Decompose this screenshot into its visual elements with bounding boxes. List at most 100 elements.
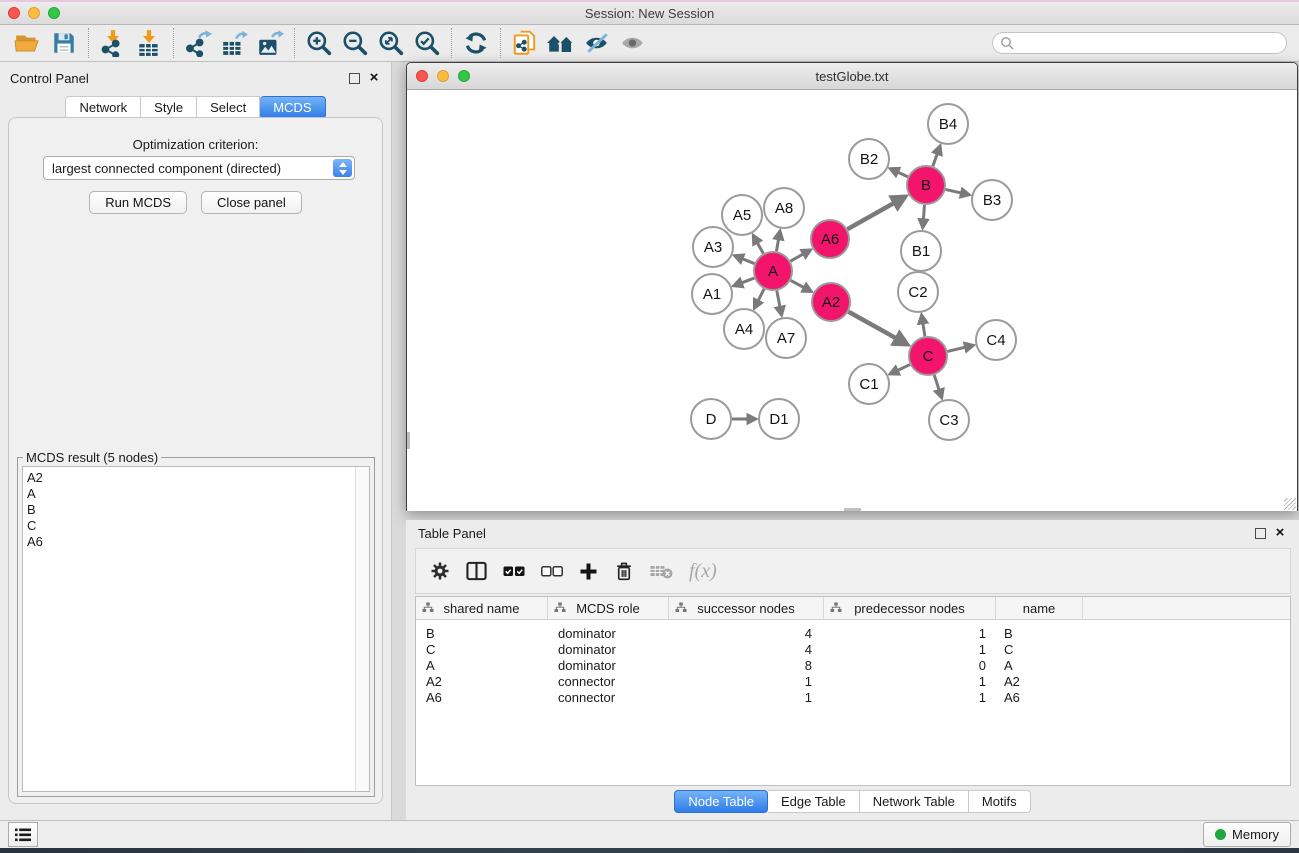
mcds-result-item[interactable]: A bbox=[23, 486, 369, 502]
node-B4[interactable]: B4 bbox=[928, 104, 968, 144]
edge-A-A2[interactable] bbox=[791, 280, 811, 291]
close-panel-button[interactable]: × bbox=[367, 71, 381, 85]
tab-mcds[interactable]: MCDS bbox=[260, 96, 325, 119]
mcds-result-item[interactable]: B bbox=[23, 502, 369, 518]
table-row[interactable]: Cdominator41C bbox=[416, 641, 1290, 657]
node-B2[interactable]: B2 bbox=[849, 139, 889, 179]
result-scrollbar[interactable] bbox=[355, 467, 369, 791]
table-settings-button[interactable] bbox=[430, 561, 450, 581]
edge-A-A8[interactable] bbox=[776, 232, 779, 252]
edge-C-C1[interactable] bbox=[891, 365, 910, 374]
node-A[interactable]: A bbox=[754, 252, 792, 290]
tab-node-table[interactable]: Node Table bbox=[674, 790, 768, 813]
edge-C-C3[interactable] bbox=[934, 375, 941, 397]
import-table-button[interactable] bbox=[131, 27, 167, 59]
node-C2[interactable]: C2 bbox=[898, 272, 938, 312]
show-column-panel-button[interactable] bbox=[466, 561, 487, 581]
tab-motifs[interactable]: Motifs bbox=[969, 790, 1031, 813]
table-row[interactable]: Bdominator41B bbox=[416, 625, 1290, 641]
vertical-scrollbar[interactable] bbox=[407, 432, 410, 449]
function-builder-button[interactable]: f(x) bbox=[689, 560, 717, 583]
column-header-predecessor-nodes[interactable]: predecessor nodes bbox=[824, 597, 996, 619]
node-A4[interactable]: A4 bbox=[724, 309, 764, 349]
edge-B-B3[interactable] bbox=[946, 189, 969, 194]
tab-edge-table[interactable]: Edge Table bbox=[768, 790, 860, 813]
duplicate-documents-button[interactable] bbox=[507, 27, 543, 59]
node-A1[interactable]: A1 bbox=[692, 274, 732, 314]
mcds-result-item[interactable]: A6 bbox=[23, 534, 369, 550]
edge-A-A1[interactable] bbox=[734, 278, 754, 286]
hide-button[interactable] bbox=[579, 27, 615, 59]
table-row[interactable]: A6connector11A6 bbox=[416, 689, 1290, 705]
mcds-result-item[interactable]: C bbox=[23, 518, 369, 534]
node-C[interactable]: C bbox=[909, 337, 947, 375]
node-B3[interactable]: B3 bbox=[972, 180, 1012, 220]
edge-A-A4[interactable] bbox=[755, 289, 764, 308]
node-A3[interactable]: A3 bbox=[693, 227, 733, 267]
zoom-in-button[interactable] bbox=[301, 27, 337, 59]
node-D1[interactable]: D1 bbox=[759, 399, 799, 439]
node-A8[interactable]: A8 bbox=[764, 188, 804, 228]
run-mcds-button[interactable]: Run MCDS bbox=[89, 191, 187, 214]
node-A2[interactable]: A2 bbox=[812, 283, 850, 321]
tab-network[interactable]: Network bbox=[65, 96, 141, 119]
table-float-panel-button[interactable] bbox=[1253, 526, 1267, 540]
deselect-all-columns-button[interactable] bbox=[541, 566, 563, 577]
tab-select[interactable]: Select bbox=[197, 96, 260, 119]
column-header-successor-nodes[interactable]: successor nodes bbox=[669, 597, 824, 619]
node-D[interactable]: D bbox=[691, 399, 731, 439]
export-table-button[interactable] bbox=[216, 27, 252, 59]
save-session-button[interactable] bbox=[46, 27, 82, 59]
edge-A-A3[interactable] bbox=[735, 256, 754, 264]
node-B[interactable]: B bbox=[907, 166, 945, 204]
close-panel-button-mcds[interactable]: Close panel bbox=[201, 191, 302, 214]
refresh-button[interactable] bbox=[458, 27, 494, 59]
task-history-button[interactable] bbox=[8, 822, 38, 847]
column-header-mcds-role[interactable]: MCDS role bbox=[548, 597, 669, 619]
delete-table-button[interactable] bbox=[650, 564, 673, 579]
edge-C-C4[interactable] bbox=[947, 345, 972, 351]
node-C4[interactable]: C4 bbox=[976, 320, 1016, 360]
float-panel-button[interactable] bbox=[347, 71, 361, 85]
node-C3[interactable]: C3 bbox=[929, 400, 969, 440]
edge-A-A5[interactable] bbox=[754, 236, 764, 254]
node-C1[interactable]: C1 bbox=[849, 364, 889, 404]
node-A7[interactable]: A7 bbox=[766, 318, 806, 358]
mcds-result-list[interactable]: A2ABCA6 bbox=[22, 466, 370, 792]
tab-network-table[interactable]: Network Table bbox=[860, 790, 969, 813]
horizontal-scrollbar[interactable] bbox=[844, 508, 861, 511]
mcds-result-item[interactable]: A2 bbox=[23, 470, 369, 486]
network-window-titlebar[interactable]: testGlobe.txt bbox=[407, 63, 1297, 90]
table-row[interactable]: A2connector11A2 bbox=[416, 673, 1290, 689]
edge-A-A7[interactable] bbox=[777, 291, 782, 315]
open-session-button[interactable] bbox=[10, 27, 46, 59]
resize-grip[interactable] bbox=[1284, 498, 1296, 510]
node-B1[interactable]: B1 bbox=[901, 231, 941, 271]
zoom-fit-button[interactable] bbox=[373, 27, 409, 59]
create-column-button[interactable] bbox=[579, 562, 598, 581]
show-button[interactable] bbox=[615, 27, 651, 59]
table-close-panel-button[interactable]: × bbox=[1273, 526, 1287, 540]
search-input[interactable] bbox=[1019, 35, 1286, 51]
edge-A2-C[interactable] bbox=[848, 312, 906, 344]
edge-A-A6[interactable] bbox=[790, 250, 810, 261]
edge-B-B4[interactable] bbox=[933, 146, 940, 166]
memory-button[interactable]: Memory bbox=[1203, 822, 1291, 847]
node-A6[interactable]: A6 bbox=[811, 220, 849, 258]
edge-A6-B[interactable] bbox=[847, 197, 904, 229]
table-row[interactable]: Adominator80A bbox=[416, 657, 1290, 673]
zoom-out-button[interactable] bbox=[337, 27, 373, 59]
edge-C-C2[interactable] bbox=[922, 316, 925, 337]
zoom-selected-button[interactable] bbox=[409, 27, 445, 59]
import-network-button[interactable] bbox=[95, 27, 131, 59]
select-all-columns-button[interactable] bbox=[503, 566, 525, 577]
edge-B-B2[interactable] bbox=[891, 169, 908, 177]
export-image-button[interactable] bbox=[252, 27, 288, 59]
export-network-button[interactable] bbox=[180, 27, 216, 59]
column-header-shared-name[interactable]: shared name bbox=[416, 597, 548, 619]
node-A5[interactable]: A5 bbox=[722, 195, 762, 235]
edge-B-B1[interactable] bbox=[923, 205, 925, 227]
tab-style[interactable]: Style bbox=[141, 96, 197, 119]
optimization-criterion-select[interactable]: largest connected component (directed) bbox=[43, 156, 355, 180]
column-header-name[interactable]: name bbox=[996, 597, 1083, 619]
